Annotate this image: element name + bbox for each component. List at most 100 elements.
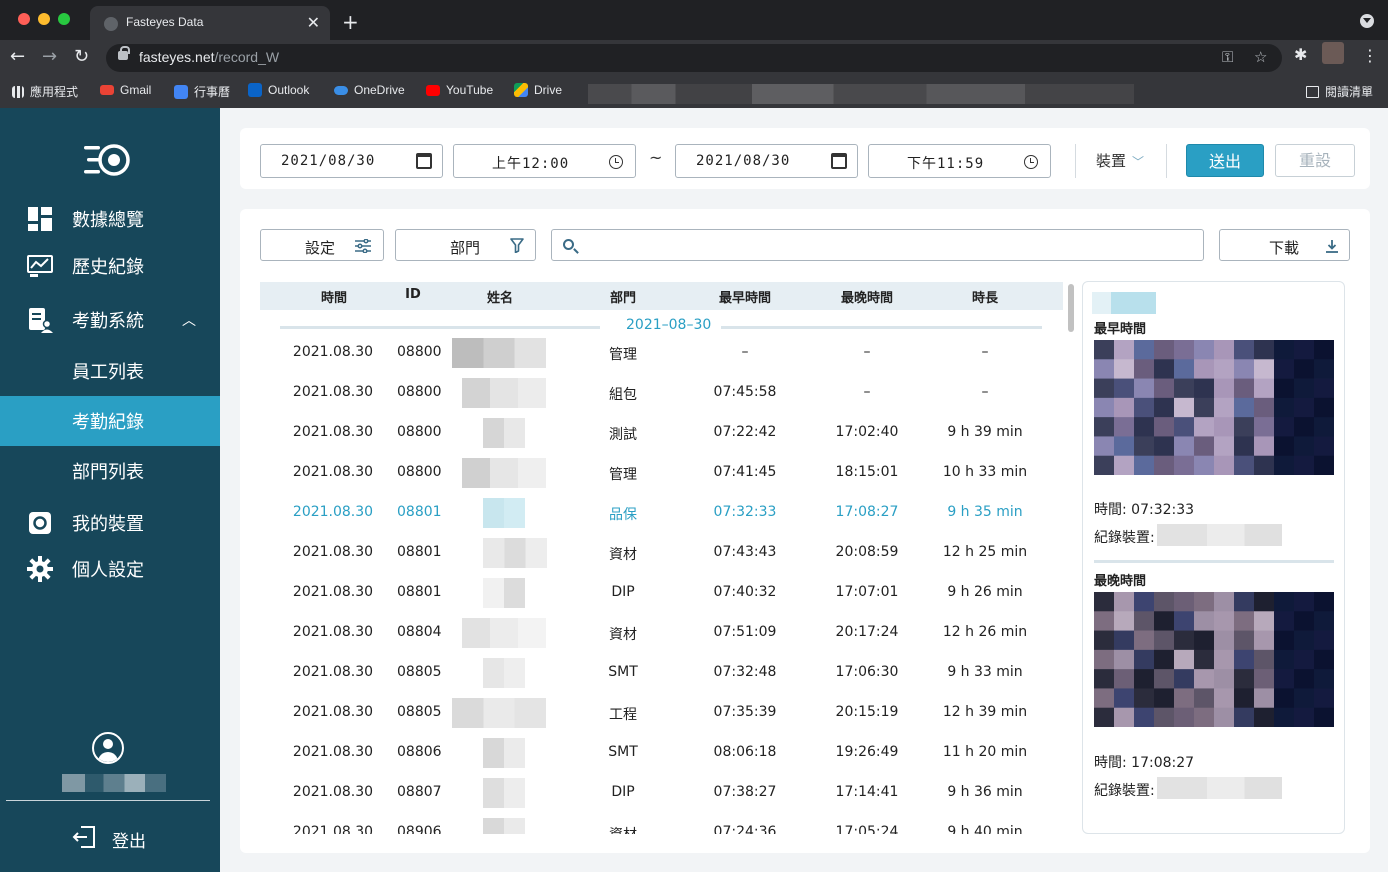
gmail-icon xyxy=(100,85,114,95)
table-scrollbar[interactable] xyxy=(1066,282,1076,834)
earliest-snapshot-image[interactable] xyxy=(1094,340,1335,476)
table-row[interactable]: 2021.08.30 08906 資材 07:24:36 17:05:24 9 h 40 … xyxy=(260,818,1063,834)
reading-list-button[interactable]: 閱讀清單 xyxy=(1306,83,1373,100)
blurred-employee-name xyxy=(462,378,546,408)
table-row[interactable]: 2021.08.30 08806 SMT 08:06:18 19:26:49 11 h 2… xyxy=(260,738,1063,784)
new-tab-button[interactable]: + xyxy=(342,10,359,34)
end-time-input[interactable]: 下午11:59 xyxy=(868,144,1051,178)
back-arrow-icon[interactable]: ← xyxy=(10,46,25,67)
table-row[interactable]: 2021.08.30 08804 資材 07:51:09 20:17:24 12 h 26… xyxy=(260,618,1063,664)
scrollbar-thumb[interactable] xyxy=(1068,284,1074,332)
column-header-duration[interactable]: 時長 xyxy=(945,287,1025,306)
reload-icon[interactable]: ↻ xyxy=(74,46,89,67)
cell-latest-time: 17:08:27 xyxy=(835,504,899,520)
table-row[interactable]: 2021.08.30 08805 SMT 07:32:48 17:06:30 9 h 33… xyxy=(260,658,1063,704)
clock-icon[interactable] xyxy=(609,155,623,169)
department-filter-button[interactable]: 部門 xyxy=(395,229,536,261)
cell-duration: 12 h 25 min xyxy=(942,544,1028,560)
clock-icon[interactable] xyxy=(1024,155,1038,169)
close-window-button[interactable] xyxy=(18,13,30,25)
bookmark-gmail[interactable]: Gmail xyxy=(100,83,151,97)
cell-id: 08805 xyxy=(397,664,441,680)
divider xyxy=(1094,560,1334,563)
cell-department: 工程 xyxy=(609,707,637,723)
kebab-menu-icon[interactable]: ⋮ xyxy=(1362,46,1378,65)
cell-earliest-time: 07:40:32 xyxy=(713,584,777,600)
table-row[interactable]: 2021.08.30 08801 資材 07:43:43 20:08:59 12 h 25… xyxy=(260,538,1063,584)
logout-button[interactable]: 登出 xyxy=(72,824,146,852)
start-date-input[interactable]: 2021/08/30 xyxy=(260,144,443,178)
chevron-up-icon[interactable]: ︿ xyxy=(182,310,196,330)
minimize-window-button[interactable] xyxy=(38,13,50,25)
user-avatar[interactable] xyxy=(92,732,124,764)
cell-id: 08906 xyxy=(397,824,441,834)
search-input[interactable] xyxy=(584,234,1184,256)
sidebar-item-history[interactable]: 歷史紀錄 xyxy=(0,243,220,289)
bookmark-youtube[interactable]: YouTube xyxy=(426,83,493,97)
sidebar-item-employee-list[interactable]: 員工列表 xyxy=(0,348,220,394)
column-header-latest[interactable]: 最晚時間 xyxy=(827,287,907,306)
table-row[interactable]: 2021.08.30 08805 工程 07:35:39 20:15:19 12 h 39… xyxy=(260,698,1063,744)
cell-id: 08800 xyxy=(397,384,441,400)
url-text: fasteyes.net/record_W xyxy=(139,49,280,65)
sidebar-item-label: 我的裝置 xyxy=(72,514,144,535)
submit-button[interactable]: 送出 xyxy=(1186,144,1264,177)
sidebar-item-personal-settings[interactable]: 個人設定 xyxy=(0,546,220,592)
forward-arrow-icon[interactable]: → xyxy=(42,46,57,67)
device-select[interactable]: 裝置 ﹀ xyxy=(1096,150,1144,171)
table-row[interactable]: 2021.08.30 08801 品保 07:32:33 17:08:27 9 h 35 … xyxy=(260,498,1063,544)
calendar-icon[interactable] xyxy=(416,153,432,169)
address-bar[interactable]: fasteyes.net/record_W ⚿ ☆ xyxy=(106,44,1282,72)
column-header-department[interactable]: 部門 xyxy=(593,287,653,306)
bookmark-onedrive[interactable]: OneDrive xyxy=(334,83,405,97)
table-row[interactable]: 2021.08.30 08800 測試 07:22:42 17:02:40 9 h 39 … xyxy=(260,418,1063,464)
bookmark-drive[interactable]: Drive xyxy=(514,83,562,97)
browser-chrome: Fasteyes Data ✕ + ← → ↻ fasteyes.net/rec… xyxy=(0,0,1388,108)
sidebar-item-my-devices[interactable]: 我的裝置 xyxy=(0,500,220,546)
profile-avatar[interactable] xyxy=(1322,42,1344,64)
table-row[interactable]: 2021.08.30 08801 DIP 07:40:32 17:07:01 9 h 26… xyxy=(260,578,1063,624)
start-time-input[interactable]: 上午12:00 xyxy=(453,144,636,178)
key-icon[interactable]: ⚿ xyxy=(1222,48,1233,66)
column-header-id[interactable]: ID xyxy=(393,287,433,302)
cell-time: 2021.08.30 xyxy=(292,384,374,400)
latest-device-label: 紀錄裝置: xyxy=(1094,783,1155,799)
cell-earliest-time: 07:35:39 xyxy=(713,704,777,720)
divider xyxy=(1075,144,1076,178)
cell-earliest-time: – xyxy=(741,344,749,360)
cell-id: 08805 xyxy=(397,704,441,720)
column-header-time[interactable]: 時間 xyxy=(304,287,364,306)
end-date-input[interactable]: 2021/08/30 xyxy=(675,144,858,178)
column-header-name[interactable]: 姓名 xyxy=(470,287,530,306)
table-row[interactable]: 2021.08.30 08800 管理 – – – xyxy=(260,338,1063,384)
cell-id: 08804 xyxy=(397,624,441,640)
bookmark-outlook[interactable]: Outlook xyxy=(248,83,309,97)
bookmark-calendar[interactable]: 行事曆 xyxy=(174,83,230,100)
latest-snapshot-image[interactable] xyxy=(1094,592,1335,728)
tab-search-icon[interactable] xyxy=(1360,14,1374,28)
table-row[interactable]: 2021.08.30 08800 管理 07:41:45 18:15:01 10 h 33… xyxy=(260,458,1063,504)
sidebar-item-overview[interactable]: 數據總覽 xyxy=(0,196,220,242)
zoom-window-button[interactable] xyxy=(58,13,70,25)
bookmark-apps[interactable]: 應用程式 xyxy=(12,83,78,100)
table-row[interactable]: 2021.08.30 08800 組包 07:45:58 – – xyxy=(260,378,1063,424)
reset-button[interactable]: 重設 xyxy=(1275,144,1355,177)
sidebar-item-department-list[interactable]: 部門列表 xyxy=(0,448,220,494)
puzzle-icon[interactable]: ✱ xyxy=(1294,45,1307,64)
blurred-employee-name xyxy=(452,338,546,368)
browser-tab[interactable]: Fasteyes Data ✕ xyxy=(90,6,330,42)
outlook-icon xyxy=(248,83,262,97)
column-header-earliest[interactable]: 最早時間 xyxy=(705,287,785,306)
download-button[interactable]: 下載 xyxy=(1219,229,1350,261)
cell-id: 08806 xyxy=(397,744,441,760)
cell-latest-time: 17:02:40 xyxy=(835,424,899,440)
close-icon[interactable]: ✕ xyxy=(307,13,320,32)
star-icon[interactable]: ☆ xyxy=(1254,48,1267,66)
search-field[interactable] xyxy=(551,229,1204,261)
calendar-icon[interactable] xyxy=(831,153,847,169)
settings-button[interactable]: 設定 xyxy=(260,229,384,261)
table-row[interactable]: 2021.08.30 08807 DIP 07:38:27 17:14:41 9 h 36… xyxy=(260,778,1063,824)
cell-time: 2021.08.30 xyxy=(292,744,374,760)
sidebar-item-attendance-records[interactable]: 考勤紀錄 xyxy=(0,396,220,446)
sidebar-item-attendance[interactable]: 考勤系統 ︿ xyxy=(0,297,220,343)
